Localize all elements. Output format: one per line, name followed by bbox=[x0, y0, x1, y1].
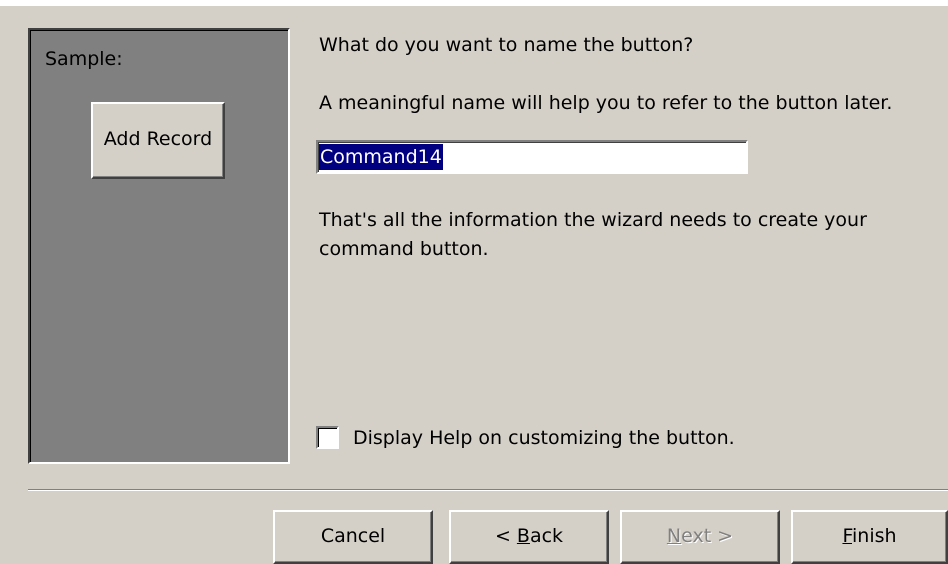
finish-button-label: Finish bbox=[842, 525, 896, 547]
finish-button[interactable]: Finish bbox=[791, 510, 948, 564]
finish-rest: inish bbox=[852, 525, 897, 547]
help-checkbox-label[interactable]: Display Help on customizing the button. bbox=[353, 427, 735, 449]
name-hint: A meaningful name will help you to refer… bbox=[319, 92, 893, 114]
sample-preview-button: Add Record bbox=[91, 102, 225, 179]
top-strip bbox=[0, 0, 948, 6]
command-button-wizard-dialog: Sample: Add Record What do you want to n… bbox=[0, 0, 948, 564]
next-rest: ext > bbox=[681, 525, 734, 547]
back-prefix: < bbox=[494, 525, 517, 547]
finish-accel: F bbox=[842, 525, 852, 547]
button-name-input[interactable]: Command14 bbox=[316, 140, 748, 174]
cancel-button[interactable]: Cancel bbox=[273, 510, 433, 564]
cancel-button-label: Cancel bbox=[320, 525, 386, 547]
sample-panel: Sample: Add Record bbox=[28, 28, 290, 464]
button-name-value: Command14 bbox=[319, 144, 443, 170]
back-button-label: < Back bbox=[495, 525, 563, 547]
info-text: That's all the information the wizard ne… bbox=[319, 206, 879, 264]
name-question: What do you want to name the button? bbox=[319, 34, 694, 56]
next-accel: N bbox=[666, 525, 682, 547]
back-rest: ack bbox=[529, 525, 564, 547]
separator bbox=[28, 489, 948, 491]
back-button[interactable]: < Back bbox=[449, 510, 609, 564]
help-checkbox-row[interactable]: Display Help on customizing the button. bbox=[316, 426, 735, 449]
sample-label: Sample: bbox=[45, 48, 123, 70]
info-line-2: command button. bbox=[319, 238, 489, 260]
info-line-1: That's all the information the wizard ne… bbox=[319, 209, 867, 231]
back-accel: B bbox=[516, 525, 530, 547]
sample-preview-button-label: Add Record bbox=[103, 127, 213, 150]
next-button[interactable]: Next > bbox=[620, 510, 780, 564]
help-checkbox[interactable] bbox=[316, 426, 339, 449]
next-button-label: Next > bbox=[667, 525, 733, 547]
